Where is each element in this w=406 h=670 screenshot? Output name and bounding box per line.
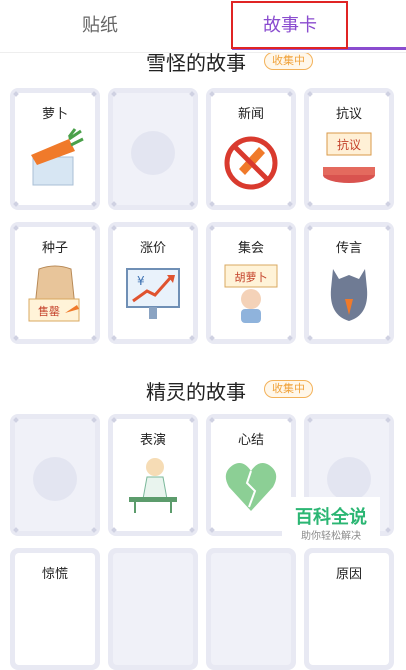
story-card-locked[interactable]: [108, 88, 198, 210]
monster-silhouette-icon: [330, 269, 368, 321]
swing-performer-icon: [129, 458, 177, 513]
story-card-protest[interactable]: 抗议 抗议: [304, 88, 394, 210]
yuan-sign: ¥: [137, 274, 145, 288]
story-card-locked[interactable]: [206, 548, 296, 670]
card-label: 惊慌: [41, 566, 68, 581]
rally-sign-icon: 胡萝卜: [224, 264, 278, 323]
seed-bag-icon: 售罄: [28, 265, 80, 322]
story-card-rally[interactable]: 集会 胡萝卜: [206, 222, 296, 344]
card-label: 心结: [237, 432, 264, 447]
card-label: 涨价: [139, 240, 166, 255]
card-label: 传言: [335, 240, 362, 255]
rising-chart-icon: ¥: [126, 268, 180, 319]
puzzle-icon: [327, 457, 371, 501]
card-label: 萝卜: [41, 106, 68, 121]
story-card-price-rise[interactable]: 涨价 ¥: [108, 222, 198, 344]
story-card-news[interactable]: 新闻: [206, 88, 296, 210]
puzzle-icon: [33, 457, 77, 501]
card-label: 抗议: [335, 106, 362, 121]
collecting-badge: 收集中: [264, 52, 313, 70]
card-label: 原因: [335, 566, 362, 581]
carrot-icon: [31, 128, 84, 186]
card-label: 集会: [237, 240, 264, 255]
card-label: 表演: [139, 432, 166, 447]
watermark-brand: 百科全说: [295, 507, 367, 527]
card-label: 新闻: [237, 106, 264, 121]
protest-sign-icon: 抗议: [323, 132, 375, 183]
story-card-locked[interactable]: [108, 548, 198, 670]
collecting-badge: 收集中: [264, 380, 313, 398]
story-card-performance[interactable]: 表演: [108, 414, 198, 536]
story-card-carrot[interactable]: 萝卜: [10, 88, 100, 210]
tab-bar: 贴纸 故事卡: [0, 0, 406, 53]
broken-heart-icon: [225, 463, 277, 511]
no-carrot-icon: [224, 136, 278, 190]
puzzle-icon: [131, 131, 175, 175]
watermark: 百科全说 助你轻松解决: [282, 497, 380, 545]
story-card-locked[interactable]: [10, 414, 100, 536]
rally-sign-text: 胡萝卜: [235, 270, 268, 284]
story-card-panic[interactable]: 惊慌: [10, 548, 100, 670]
sold-out-sign-text: 售罄: [38, 304, 60, 318]
card-label: 种子: [41, 240, 68, 255]
watermark-slogan: 助你轻松解决: [301, 531, 361, 542]
story-card-rumor[interactable]: 传言: [304, 222, 394, 344]
story-card-reason[interactable]: 原因: [304, 548, 394, 670]
section-title-elf: 精灵的故事: [146, 380, 246, 404]
story-card-seed[interactable]: 种子 售罄: [10, 222, 100, 344]
tab-stickers[interactable]: 贴纸: [30, 0, 170, 50]
protest-sign-text: 抗议: [337, 137, 361, 152]
highlight-box: [231, 1, 348, 49]
